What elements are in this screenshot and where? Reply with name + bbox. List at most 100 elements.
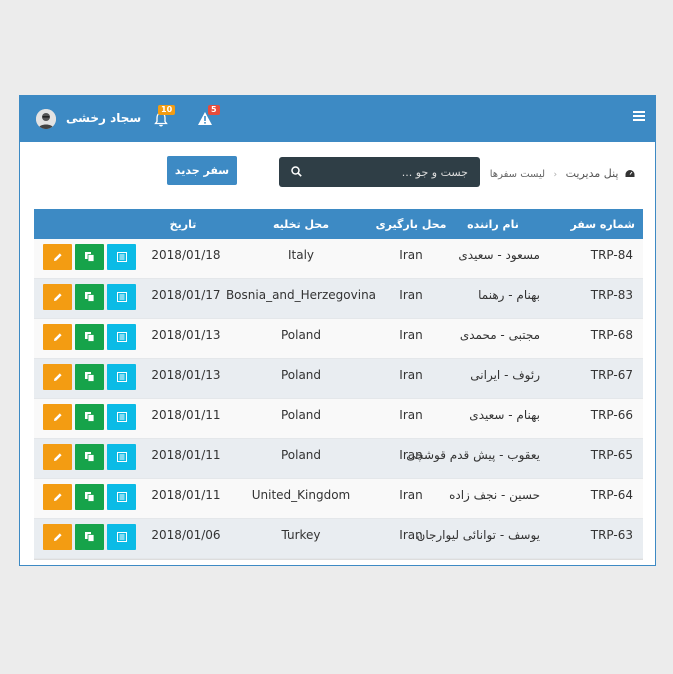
cell-unload-place: Turkey: [281, 528, 321, 542]
details-button[interactable]: [107, 524, 136, 550]
copy-button[interactable]: [75, 444, 104, 470]
cell-unload-place: Poland: [280, 448, 322, 462]
copy-button[interactable]: [75, 364, 104, 390]
trips-table: شماره سفر نام راننده محل بارگیری محل تخل…: [34, 209, 643, 559]
cell-trip-no: TRP-66: [590, 408, 633, 422]
notifications-button[interactable]: 10: [152, 105, 176, 128]
cell-load-place: Iran: [399, 288, 423, 302]
cell-unload-place: Bosnia_and_Herzegovina: [225, 288, 377, 302]
copy-button[interactable]: [75, 404, 104, 430]
details-button[interactable]: [107, 364, 136, 390]
dashboard-icon: [619, 167, 636, 180]
row-actions: [43, 244, 136, 270]
new-trip-button[interactable]: سفر جدید: [167, 156, 237, 185]
cell-date: 2018/01/11: [151, 408, 221, 422]
copy-icon: [84, 330, 95, 345]
edit-button[interactable]: [43, 284, 72, 310]
cell-load-place: Iran: [399, 248, 423, 262]
edit-button[interactable]: [43, 444, 72, 470]
copy-button[interactable]: [75, 284, 104, 310]
cell-unload-place: United_Kingdom: [251, 488, 351, 502]
table-row: TRP-84 مسعود - سعیدی Iran Italy 2018/01/…: [34, 239, 643, 279]
pencil-icon: [53, 370, 63, 385]
table-row: TRP-68 مجتبی - محمدی Iran Poland 2018/01…: [34, 319, 643, 359]
top-navbar: 5 10 سجاد رخشی: [20, 96, 655, 142]
app-window: 5 10 سجاد رخشی پنل مدیریت ‹ لیست سفرها س…: [19, 95, 656, 566]
row-actions: [43, 524, 136, 550]
copy-icon: [84, 450, 95, 465]
copy-icon: [84, 530, 95, 545]
cell-date: 2018/01/13: [151, 368, 221, 382]
cell-unload-place: Poland: [280, 408, 322, 422]
cell-load-place: Iran: [399, 408, 423, 422]
edit-button[interactable]: [43, 404, 72, 430]
copy-icon: [84, 490, 95, 505]
column-header-driver[interactable]: نام راننده: [453, 209, 533, 239]
copy-button[interactable]: [75, 524, 104, 550]
copy-icon: [84, 250, 95, 265]
search-icon[interactable]: [291, 166, 302, 180]
cell-unload-place: Italy: [287, 248, 315, 262]
details-button[interactable]: [107, 244, 136, 270]
edit-button[interactable]: [43, 244, 72, 270]
row-actions: [43, 484, 136, 510]
cell-date: 2018/01/17: [151, 288, 221, 302]
notification-count-badge: 10: [158, 105, 176, 115]
edit-button[interactable]: [43, 324, 72, 350]
copy-button[interactable]: [75, 484, 104, 510]
list-icon: [116, 370, 127, 385]
edit-button[interactable]: [43, 484, 72, 510]
cell-unload-place: Poland: [280, 368, 322, 382]
user-name[interactable]: سجاد رخشی: [66, 111, 141, 125]
breadcrumb-current: لیست سفرها: [489, 169, 546, 180]
column-header-trip-no[interactable]: شماره سفر: [570, 209, 635, 239]
list-icon: [116, 490, 127, 505]
cell-driver: مسعود - سعیدی: [458, 248, 540, 262]
alerts-button[interactable]: 5: [196, 105, 220, 128]
cell-driver: حسین - نجف زاده: [449, 488, 540, 502]
table-row: TRP-65 یعقوب - پیش قدم قوشچی Iran Poland…: [34, 439, 643, 479]
cell-trip-no: TRP-65: [590, 448, 633, 462]
details-button[interactable]: [107, 284, 136, 310]
table-row: TRP-64 حسین - نجف زاده Iran United_Kingd…: [34, 479, 643, 519]
table-row: TRP-67 رئوف - ایرانی Iran Poland 2018/01…: [34, 359, 643, 399]
copy-button[interactable]: [75, 324, 104, 350]
table-row: TRP-66 بهنام - سعیدی Iran Poland 2018/01…: [34, 399, 643, 439]
list-icon: [116, 530, 127, 545]
copy-button[interactable]: [75, 244, 104, 270]
details-button[interactable]: [107, 324, 136, 350]
pencil-icon: [53, 290, 63, 305]
search-input[interactable]: [308, 157, 468, 187]
pencil-icon: [53, 490, 63, 505]
cell-load-place: Iran: [399, 448, 423, 462]
copy-icon: [84, 370, 95, 385]
copy-icon: [84, 290, 95, 305]
cell-date: 2018/01/11: [151, 488, 221, 502]
column-header-unload-place[interactable]: محل تخلیه: [246, 209, 356, 239]
menu-icon[interactable]: [633, 110, 645, 124]
cell-driver: مجتبی - محمدی: [459, 328, 540, 342]
column-header-date[interactable]: تاریخ: [148, 209, 218, 239]
pencil-icon: [53, 450, 63, 465]
table-body: TRP-84 مسعود - سعیدی Iran Italy 2018/01/…: [34, 239, 643, 559]
cell-trip-no: TRP-63: [590, 528, 633, 542]
breadcrumb-home-link[interactable]: پنل مدیریت: [566, 167, 619, 180]
table-header: شماره سفر نام راننده محل بارگیری محل تخل…: [34, 209, 643, 239]
details-button[interactable]: [107, 404, 136, 430]
pencil-icon: [53, 250, 63, 265]
edit-button[interactable]: [43, 364, 72, 390]
edit-button[interactable]: [43, 524, 72, 550]
alert-count-badge: 5: [208, 105, 220, 115]
cell-driver: رئوف - ایرانی: [470, 368, 540, 382]
table-row: TRP-83 بهنام - رهنما Iran Bosnia_and_Her…: [34, 279, 643, 319]
details-button[interactable]: [107, 484, 136, 510]
list-icon: [116, 450, 127, 465]
column-header-load-place[interactable]: محل بارگیری: [370, 209, 452, 239]
row-actions: [43, 364, 136, 390]
avatar[interactable]: [36, 109, 56, 129]
row-actions: [43, 444, 136, 470]
list-icon: [116, 330, 127, 345]
cell-load-place: Iran: [399, 328, 423, 342]
pencil-icon: [53, 530, 63, 545]
details-button[interactable]: [107, 444, 136, 470]
